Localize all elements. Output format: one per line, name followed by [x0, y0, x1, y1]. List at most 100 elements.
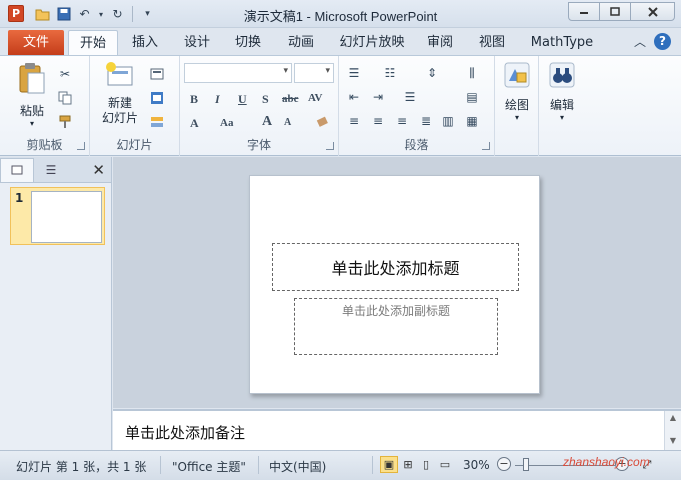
tab-transitions[interactable]: 切换: [227, 30, 269, 55]
open-folder-icon[interactable]: [34, 6, 51, 22]
drawing-label: 绘图: [504, 98, 529, 112]
title-placeholder[interactable]: 单击此处添加标题: [272, 243, 519, 291]
minimize-ribbon-icon[interactable]: ︿: [634, 33, 646, 50]
align-text-icon[interactable]: ▤: [463, 89, 481, 105]
clear-formatting-icon[interactable]: [314, 114, 332, 130]
new-slide-icon: [94, 61, 146, 92]
slides-group-label: 幻灯片: [116, 138, 153, 152]
character-spacing-button[interactable]: AV: [308, 92, 322, 104]
shrink-font-button[interactable]: A: [284, 117, 291, 128]
slide-thumbnail-row[interactable]: 1: [10, 187, 105, 245]
customize-qat-icon[interactable]: ▾: [139, 6, 156, 22]
minimize-button[interactable]: [568, 2, 600, 21]
title-bar: P ↶ ▾ ↻ ▾ 演示文稿1 - Microsoft PowerPoint: [0, 0, 681, 28]
cut-icon[interactable]: ✂: [56, 66, 74, 82]
ribbon-tab-bar: 文件 开始 插入 设计 切换 动画 幻灯片放映 审阅 视图 MathType ︿…: [0, 28, 681, 55]
redo-icon[interactable]: ↻: [109, 6, 126, 22]
tab-slideshow[interactable]: 幻灯片放映: [336, 30, 408, 55]
align-center-icon[interactable]: ≡: [369, 113, 387, 129]
distributed-icon[interactable]: ▥: [439, 113, 457, 129]
bullets-icon[interactable]: ☰: [345, 65, 363, 81]
paragraph-group-label: 段落: [404, 138, 429, 152]
section-icon[interactable]: [148, 114, 166, 130]
change-case-button[interactable]: Aa: [220, 117, 233, 129]
slide-thumbnail[interactable]: [31, 191, 102, 243]
tab-view[interactable]: 视图: [471, 30, 513, 55]
smartart-icon[interactable]: ▦: [463, 113, 481, 129]
underline-button[interactable]: U: [238, 92, 247, 107]
layout-icon[interactable]: [148, 66, 166, 82]
drawing-group: 绘图 ▾: [495, 56, 539, 156]
numbering-icon[interactable]: ☷: [381, 65, 399, 81]
tab-mathtype[interactable]: MathType: [526, 30, 598, 55]
columns-icon[interactable]: ⫼: [463, 65, 481, 81]
format-painter-icon[interactable]: [56, 114, 74, 130]
notes-placeholder[interactable]: 单击此处添加备注: [125, 422, 245, 443]
notes-scrollbar[interactable]: ▲ ▼: [664, 411, 681, 450]
language-status[interactable]: 中文(中国): [269, 458, 326, 475]
theme-status[interactable]: "Office 主题": [172, 458, 246, 475]
tab-animations[interactable]: 动画: [280, 30, 322, 55]
maximize-button[interactable]: [599, 2, 631, 21]
binoculars-icon: [544, 61, 580, 92]
font-size-combo[interactable]: [294, 63, 334, 83]
help-icon[interactable]: ?: [654, 33, 671, 50]
undo-dropdown-icon[interactable]: ▾: [97, 6, 105, 22]
subtitle-placeholder[interactable]: 单击此处添加副标题: [294, 298, 498, 355]
close-button[interactable]: [630, 2, 675, 21]
scroll-down-icon[interactable]: ▼: [665, 436, 681, 445]
copy-icon[interactable]: [56, 90, 74, 106]
tab-insert[interactable]: 插入: [124, 30, 166, 55]
normal-view-icon[interactable]: ▣: [380, 456, 398, 473]
font-name-combo[interactable]: [184, 63, 292, 83]
font-launcher-icon[interactable]: [326, 142, 334, 150]
scroll-up-icon[interactable]: ▲: [665, 413, 681, 422]
paragraph-launcher-icon[interactable]: [482, 142, 490, 150]
slide-sorter-view-icon[interactable]: ⊞: [399, 456, 417, 473]
reset-icon[interactable]: [148, 90, 166, 106]
strikethrough-button[interactable]: abc: [282, 93, 299, 105]
tab-slides-thumbnails[interactable]: [0, 157, 34, 182]
increase-indent-icon[interactable]: ⇥: [369, 89, 387, 105]
editing-group: 编辑 ▾: [539, 56, 585, 156]
powerpoint-app-icon[interactable]: P: [8, 5, 24, 22]
slide-editing-area: 单击此处添加标题 单击此处添加副标题: [113, 157, 681, 408]
qat-separator: [132, 6, 133, 22]
align-left-icon[interactable]: ≡: [345, 113, 363, 129]
font-color-button[interactable]: A: [190, 116, 199, 131]
tab-file[interactable]: 文件: [8, 30, 64, 55]
zoom-out-icon[interactable]: −: [497, 457, 511, 471]
align-right-icon[interactable]: ≡: [393, 113, 411, 129]
reading-view-icon[interactable]: ▯: [417, 456, 435, 473]
paste-dropdown-icon[interactable]: ▾: [12, 119, 52, 128]
tab-design[interactable]: 设计: [176, 30, 218, 55]
line-spacing-icon[interactable]: ⇕: [423, 65, 441, 81]
new-slide-button[interactable]: 新建 幻灯片: [94, 61, 146, 126]
tab-outline[interactable]: ☰: [34, 158, 68, 182]
text-shadow-button[interactable]: S: [262, 92, 269, 107]
status-separator: [160, 456, 161, 474]
slide-canvas[interactable]: 单击此处添加标题 单击此处添加副标题: [249, 175, 540, 394]
clipboard-launcher-icon[interactable]: [77, 142, 85, 150]
paste-button[interactable]: 粘贴 ▾: [12, 61, 52, 128]
bold-button[interactable]: B: [190, 92, 198, 107]
undo-icon[interactable]: ↶: [76, 6, 93, 22]
italic-button[interactable]: I: [215, 92, 220, 107]
editing-button[interactable]: 编辑 ▾: [544, 61, 580, 122]
quick-access-toolbar: ↶ ▾ ↻ ▾: [34, 6, 156, 22]
notes-pane[interactable]: 单击此处添加备注 ▲ ▼: [113, 409, 681, 450]
slideshow-view-icon[interactable]: ▭: [436, 456, 454, 473]
text-direction-icon[interactable]: ☰: [401, 89, 419, 105]
editing-dropdown-icon[interactable]: ▾: [544, 113, 580, 122]
grow-font-button[interactable]: A: [262, 114, 272, 130]
zoom-level[interactable]: 30%: [463, 458, 490, 472]
drawing-button[interactable]: 绘图 ▾: [499, 61, 535, 122]
zoom-slider-thumb[interactable]: [523, 458, 529, 471]
save-icon[interactable]: [55, 6, 72, 22]
tab-home[interactable]: 开始: [68, 30, 118, 55]
pane-close-icon[interactable]: ✕: [92, 161, 105, 179]
drawing-dropdown-icon[interactable]: ▾: [499, 113, 535, 122]
tab-review[interactable]: 审阅: [419, 30, 461, 55]
decrease-indent-icon[interactable]: ⇤: [345, 89, 363, 105]
justify-icon[interactable]: ≣: [417, 113, 435, 129]
